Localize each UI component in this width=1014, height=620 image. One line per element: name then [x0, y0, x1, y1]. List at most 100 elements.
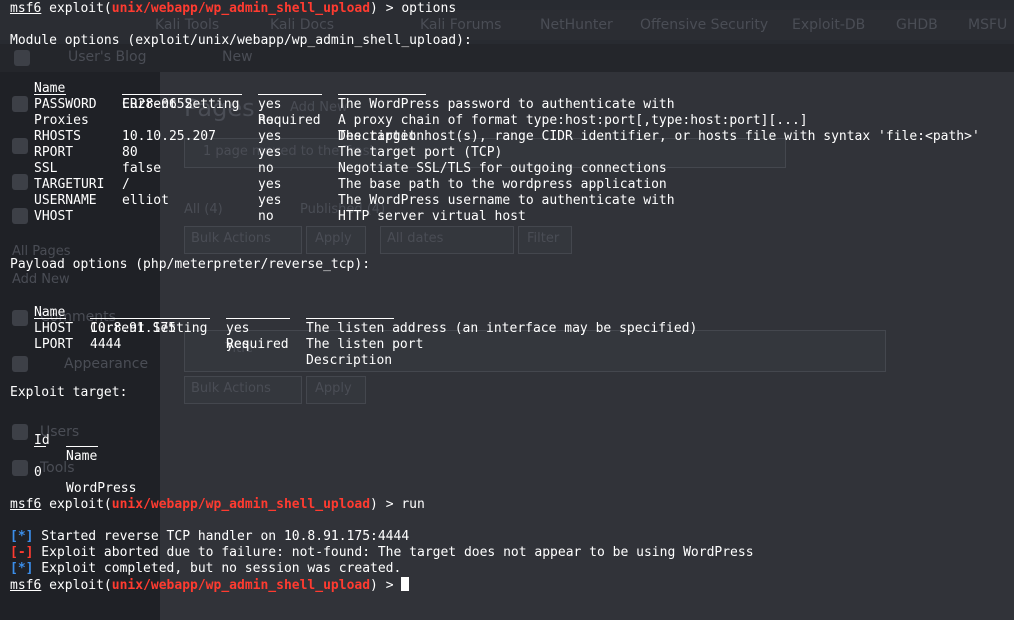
bulk-actions-select[interactable]: Bulk Actions [184, 226, 302, 254]
module-option-desc: Negotiate SSL/TLS for outgoing connectio… [338, 161, 667, 176]
bulk-actions-select-bottom[interactable]: Bulk Actions [184, 376, 302, 404]
payload-option-setting: 4444 [90, 337, 122, 352]
payload-option-row: LPORT 4444 yes The listen port [10, 337, 1010, 353]
payload-table-rule [10, 305, 1010, 321]
module-name: unix/webapp/wp_admin_shell_upload [111, 578, 371, 593]
date-filter-select[interactable]: All dates [380, 226, 514, 254]
payload-table-header: Name Current Setting Required Descriptio… [10, 289, 1010, 368]
column-underline [338, 94, 426, 95]
bookmark-item[interactable]: Kali Forums [420, 17, 501, 33]
payload-option-row: LHOST 10.8.91.175 yes The listen address (a… [10, 321, 1010, 337]
module-option-name: RPORT [34, 145, 74, 160]
prompt-suffix: ) > [370, 497, 402, 512]
status-text: Exploit aborted due to failure: not-foun… [33, 545, 754, 560]
prompt-line: msf6 exploit(unix/webapp/wp_admin_shell_… [10, 1, 456, 17]
bulk-actions-label: Bulk Actions [191, 231, 271, 246]
target-table-rule [10, 433, 410, 449]
module-option-required: yes [258, 145, 282, 160]
status-text: Started reverse TCP handler on 10.8.91.1… [33, 529, 410, 544]
module-option-desc: The base path to the wordpress applicati… [338, 177, 667, 192]
payload-option-desc: The listen port [306, 337, 424, 352]
wordpress-logo-icon[interactable] [14, 50, 30, 66]
module-option-name: TARGETURI [34, 177, 105, 192]
msf-prompt: msf6 [10, 497, 42, 512]
target-table-header: Id Name [10, 417, 410, 464]
module-option-name: VHOST [34, 209, 74, 224]
column-underline [34, 446, 46, 447]
module-option-row: PASSWORD ER28-0652 yes The WordPress passwo… [10, 97, 1010, 113]
module-option-row: SSL false no Negotiate SSL/TLS for outgoing… [10, 161, 1010, 177]
msf-prompt: msf6 [10, 578, 42, 593]
module-name: unix/webapp/wp_admin_shell_upload [111, 497, 371, 512]
payload-option-required: yes [226, 321, 250, 336]
exploit-target-header: Exploit target: [10, 385, 128, 400]
target-id: 0 [34, 465, 42, 480]
module-option-name: USERNAME [34, 193, 97, 208]
sidebar-item-add-new[interactable]: Add New [12, 272, 70, 287]
module-options-header: Module options (exploit/unix/webapp/wp_a… [10, 33, 472, 48]
module-option-name: Proxies [34, 113, 89, 128]
module-option-row: Proxies no A proxy chain of format type:ho… [10, 113, 1010, 129]
bookmark-item[interactable]: Offensive Security [640, 17, 768, 33]
column-underline [306, 318, 394, 319]
module-option-setting: 80 [122, 145, 138, 160]
module-option-desc: The WordPress password to authenticate w… [338, 97, 675, 112]
filter-button[interactable]: Filter [518, 226, 572, 254]
msf-prompt: msf6 [10, 1, 42, 16]
prompt-suffix: ) > [370, 578, 402, 593]
module-table-header: Name Current Setting Required Descriptio… [10, 65, 1010, 144]
bookmark-item[interactable]: MSFU [968, 17, 1007, 33]
module-table-rule [10, 81, 1010, 97]
module-option-row: TARGETURI / yes The base path to the wordpr… [10, 177, 1010, 193]
prompt-line[interactable]: msf6 exploit(unix/webapp/wp_admin_shell_… [10, 577, 410, 593]
module-option-required: yes [258, 129, 282, 144]
bookmark-item[interactable]: NetHunter [540, 17, 613, 33]
module-option-setting: / [122, 177, 130, 192]
site-name-link[interactable]: User's Blog [68, 49, 146, 65]
new-content-link[interactable]: New [222, 49, 253, 65]
command-text: options [401, 1, 457, 16]
module-option-required: yes [258, 97, 282, 112]
target-name: WordPress [66, 481, 137, 496]
filter-label: Filter [527, 231, 560, 246]
bookmark-item[interactable]: Exploit-DB [792, 17, 865, 33]
payload-option-required: yes [226, 337, 250, 352]
module-option-name: SSL [34, 161, 58, 176]
payload-option-name: LPORT [34, 337, 74, 352]
column-underline [66, 446, 98, 447]
column-underline [34, 94, 66, 95]
column-underline [226, 318, 290, 319]
apply-button[interactable]: Apply [306, 226, 366, 254]
payload-option-name: LHOST [34, 321, 74, 336]
column-underline [34, 318, 66, 319]
module-option-setting: false [122, 161, 162, 176]
bookmark-item[interactable]: Kali Docs [270, 17, 334, 33]
module-option-setting: ER28-0652 [122, 97, 193, 112]
status-tag: [-] [10, 545, 34, 560]
status-tag: [*] [10, 529, 34, 544]
prompt-prefix: exploit( [41, 1, 112, 16]
sidebar-item-appearance[interactable]: Appearance [64, 356, 148, 372]
payload-option-setting: 10.8.91.175 [90, 321, 177, 336]
module-option-required: no [258, 161, 274, 176]
column-underline [258, 94, 322, 95]
payload-option-desc: The listen address (an interface may be … [306, 321, 698, 336]
column-underline [90, 318, 210, 319]
module-option-row: USERNAME elliot yes The WordPress username … [10, 193, 1010, 209]
status-tag: [*] [10, 561, 34, 576]
module-option-required: yes [258, 193, 282, 208]
module-option-desc: A proxy chain of format type:host:port[,… [338, 113, 808, 128]
module-option-row: RPORT 80 yes The target port (TCP) [10, 145, 1010, 161]
bookmark-item[interactable]: Kali Tools [155, 17, 219, 33]
module-option-required: no [258, 113, 274, 128]
status-line: [*] Exploit completed, but no session wa… [10, 561, 401, 577]
apply-button-bottom[interactable]: Apply [306, 376, 366, 404]
apply-label: Apply [315, 381, 352, 396]
target-row: 0 WordPress [10, 449, 410, 496]
command-text: run [401, 497, 425, 512]
prompt-suffix: ) > [370, 1, 402, 16]
bookmark-item[interactable]: GHDB [896, 17, 938, 33]
text-cursor[interactable] [401, 577, 410, 591]
status-line: [-] Exploit aborted due to failure: not-… [10, 545, 754, 561]
column-underline [122, 94, 242, 95]
